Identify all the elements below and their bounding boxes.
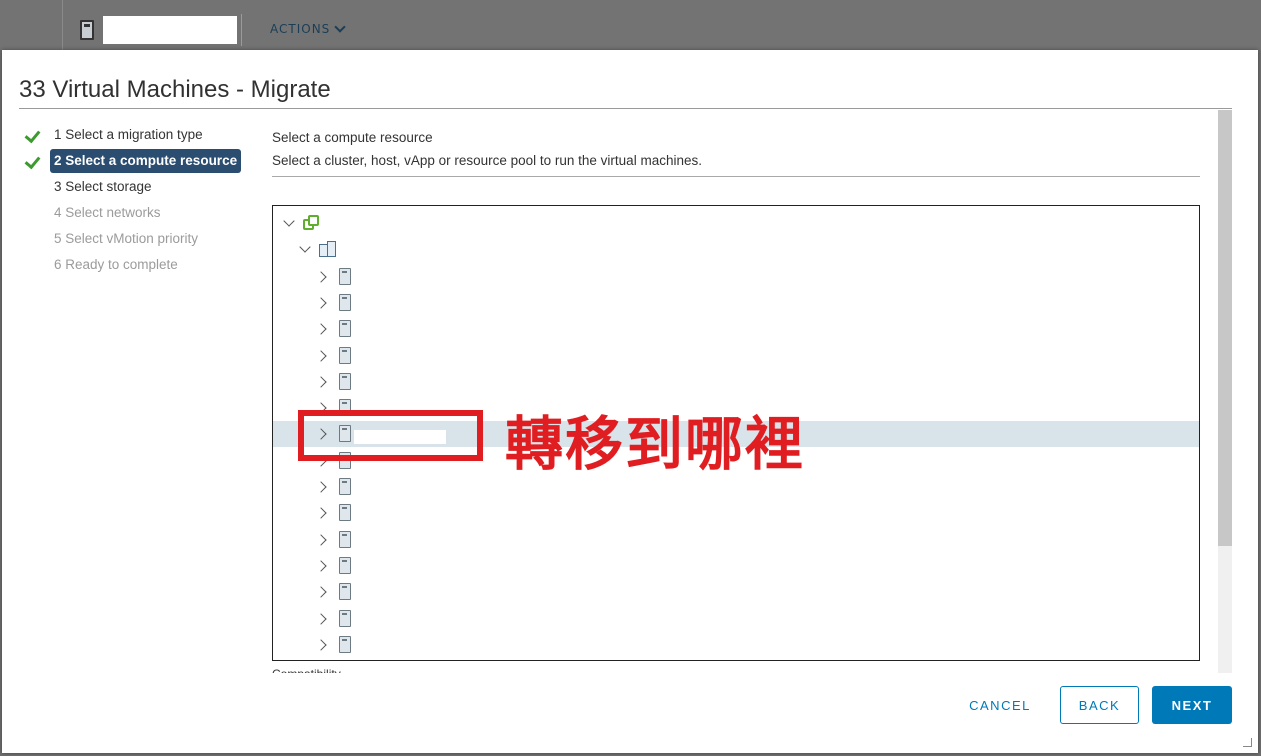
chevron-right-icon[interactable]	[315, 639, 327, 651]
host-icon	[339, 372, 351, 390]
next-button[interactable]: NEXT	[1152, 686, 1232, 724]
section-title: Select a compute resource	[272, 130, 433, 145]
chevron-right-icon[interactable]	[315, 270, 327, 283]
chevron-right-icon[interactable]	[315, 560, 327, 572]
vcenter-icon	[303, 215, 319, 231]
tree-node-host[interactable]	[273, 264, 1199, 290]
step-label: 6 Ready to complete	[54, 257, 178, 272]
actions-menu[interactable]: ACTIONS	[270, 21, 346, 36]
tree-node-host[interactable]	[273, 290, 1199, 316]
tree-node-host[interactable]	[273, 632, 1199, 658]
host-icon	[339, 504, 351, 522]
host-icon	[339, 478, 351, 495]
check-icon	[24, 152, 41, 170]
step-label: 1 Select a migration type	[54, 127, 203, 142]
step-ready-to-complete: 6 Ready to complete	[26, 252, 254, 278]
host-icon	[339, 530, 351, 548]
datacenter-icon	[319, 241, 337, 258]
tree-node-host[interactable]	[273, 553, 1199, 579]
compatibility-label: Compatibility	[272, 665, 341, 673]
step-storage[interactable]: 3 Select storage	[26, 174, 254, 200]
header-divider	[241, 14, 242, 46]
tree-node-host[interactable]	[273, 579, 1199, 605]
host-icon	[339, 346, 351, 364]
migrate-dialog: 33 Virtual Machines - Migrate 1 Select a…	[2, 50, 1258, 753]
tree-node-vcenter[interactable]	[273, 211, 1199, 237]
tree-node-host[interactable]	[273, 369, 1199, 395]
chevron-right-icon[interactable]	[315, 533, 327, 546]
step-label: 5 Select vMotion priority	[54, 231, 199, 246]
host-icon	[339, 320, 351, 338]
chevron-right-icon[interactable]	[315, 586, 327, 598]
step-label: 3 Select storage	[54, 179, 152, 194]
tree-node-datacenter[interactable]	[273, 237, 1199, 263]
actions-label: ACTIONS	[270, 22, 331, 36]
annotation-highlight-box	[298, 410, 483, 461]
back-button[interactable]: BACK	[1060, 686, 1139, 724]
icon-part	[308, 215, 319, 226]
step-networks: 4 Select networks	[26, 200, 254, 226]
host-icon	[339, 267, 351, 285]
step-vmotion-priority: 5 Select vMotion priority	[26, 226, 254, 252]
wizard-steps: 1 Select a migration type 2 Select a com…	[24, 122, 254, 278]
section-description: Select a cluster, host, vApp or resource…	[272, 153, 702, 168]
step-label: 4 Select networks	[54, 205, 161, 220]
chevron-right-icon[interactable]	[315, 612, 327, 625]
redacted-host-name	[354, 430, 446, 444]
tree-node-host[interactable]	[273, 316, 1199, 342]
annotation-text: 轉移到哪裡	[505, 410, 806, 478]
host-icon	[339, 556, 351, 574]
chevron-right-icon[interactable]	[315, 349, 327, 362]
tree-node-host[interactable]	[273, 527, 1199, 553]
title-divider	[19, 108, 1232, 109]
dialog-title: 33 Virtual Machines - Migrate	[19, 76, 331, 103]
header-divider	[62, 0, 63, 50]
host-icon	[339, 635, 351, 653]
check-icon	[24, 126, 41, 144]
cancel-button[interactable]: CANCEL	[957, 686, 1043, 724]
chevron-right-icon[interactable]	[315, 376, 327, 388]
icon-part	[327, 241, 336, 258]
redacted-host-name	[103, 16, 237, 44]
chevron-right-icon[interactable]	[315, 297, 327, 309]
tree-node-host[interactable]	[273, 343, 1199, 369]
step-label: 2 Select a compute resource	[50, 149, 242, 173]
host-icon	[339, 609, 351, 627]
chevron-down-icon[interactable]	[299, 241, 311, 253]
host-icon	[80, 20, 94, 40]
host-icon	[339, 293, 351, 311]
chevron-right-icon[interactable]	[315, 481, 327, 493]
chevron-down-icon[interactable]	[283, 215, 295, 227]
step-migration-type[interactable]: 1 Select a migration type	[24, 122, 254, 148]
resize-grip[interactable]	[1243, 738, 1252, 747]
chevron-down-icon	[334, 21, 346, 33]
content-divider	[272, 176, 1200, 177]
tree-node-host[interactable]	[273, 500, 1199, 526]
step-compute-resource[interactable]: 2 Select a compute resource	[24, 148, 254, 174]
chevron-right-icon[interactable]	[315, 507, 327, 519]
tree-node-host[interactable]	[273, 606, 1199, 632]
host-icon	[339, 583, 351, 601]
scrollbar[interactable]	[1218, 110, 1232, 673]
chevron-right-icon[interactable]	[315, 323, 327, 335]
scrollbar-thumb[interactable]	[1218, 110, 1232, 546]
